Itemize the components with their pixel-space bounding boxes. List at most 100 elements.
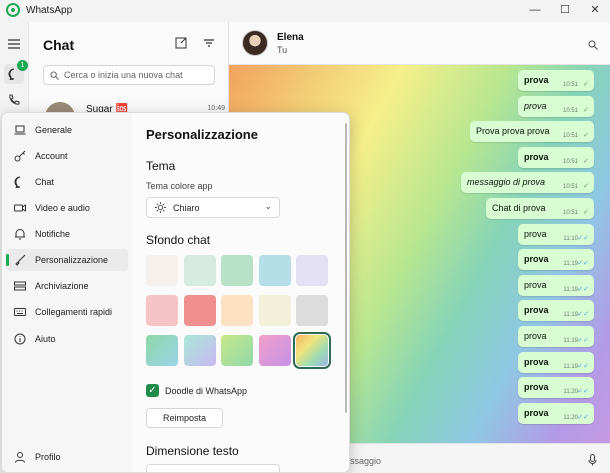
doodle-checkbox[interactable]: ✓ [146, 384, 159, 397]
hamburger-icon [8, 39, 20, 49]
background-swatch[interactable] [258, 295, 291, 326]
settings-nav-item[interactable]: Video e audio [6, 197, 128, 219]
background-swatch[interactable] [183, 295, 216, 326]
voice-record-button[interactable] [588, 453, 597, 471]
message-time: 11:19 [563, 338, 578, 344]
settings-nav-item[interactable]: Collegamenti rapidi [6, 301, 128, 323]
chat-icon [14, 176, 21, 188]
background-swatch[interactable] [221, 335, 253, 366]
reset-button[interactable]: Reimposta [146, 408, 223, 428]
message-bubble[interactable]: prova 10:51 ✓ [518, 95, 594, 117]
message-text: prova [524, 254, 549, 265]
phone-icon [9, 94, 20, 105]
minimize-button[interactable]: — [520, 0, 550, 22]
background-swatch[interactable] [221, 255, 253, 286]
settings-nav-item[interactable]: Personalizzazione [6, 249, 128, 271]
search-box[interactable]: Cerca o inizia una nuova chat [43, 65, 215, 85]
message-bubble[interactable]: prova 10:51 ✓ [518, 70, 594, 91]
message-text: prova [524, 407, 549, 418]
settings-nav-item[interactable]: Generale [6, 119, 128, 141]
background-swatch[interactable] [183, 335, 216, 366]
filter-button[interactable] [203, 36, 217, 50]
search-input[interactable]: Cerca o inizia una nuova chat [64, 70, 183, 80]
message-bubble[interactable]: prova 11:19 ✓✓ [518, 300, 594, 322]
background-swatch[interactable] [258, 335, 291, 366]
close-button[interactable]: ✕ [580, 0, 610, 22]
microphone-icon [588, 454, 597, 466]
chevron-down-icon: ⌄ [264, 201, 272, 211]
settings-nav-item[interactable]: Chat [6, 171, 128, 193]
settings-nav-label: Video e audio [35, 203, 90, 213]
message-time: 10:51 [562, 107, 578, 114]
message-bubble[interactable]: prova 11:10 ✓✓ [518, 223, 594, 245]
message-bubble[interactable]: prova 11:20 ✓✓ [518, 402, 594, 424]
app-title: WhatsApp [26, 5, 73, 16]
sent-check-icon: ✓ [583, 183, 589, 191]
settings-nav-label: Generale [35, 125, 73, 135]
message-time: 11:19 [563, 363, 578, 370]
chat-header[interactable]: Elena Tu [229, 22, 610, 65]
background-swatch[interactable] [146, 255, 178, 286]
background-swatch[interactable] [146, 295, 178, 326]
settings-nav-label: Aiuto [35, 334, 56, 344]
avatar[interactable] [242, 30, 268, 56]
message-time: 11:20 [563, 389, 578, 396]
text-size-dropdown[interactable] [146, 464, 280, 472]
chat-search-button[interactable] [588, 37, 598, 55]
chat-list-title: Chat [43, 37, 75, 53]
background-swatch[interactable] [221, 295, 253, 326]
message-bubble[interactable]: messaggio di prova 10:51 ✓ [461, 172, 594, 194]
message-bubble[interactable]: prova 10:51 ✓ [518, 146, 594, 168]
settings-nav-item[interactable]: Archiviazione [6, 275, 128, 297]
key-icon [14, 150, 26, 162]
settings-nav-item[interactable]: Aiuto [6, 328, 128, 350]
keyboard-icon [14, 308, 26, 316]
menu-button[interactable] [4, 34, 24, 54]
rail-chats-button[interactable]: 1 [4, 60, 28, 84]
bell-icon [15, 229, 25, 240]
settings-nav-item[interactable]: Account [6, 145, 128, 167]
settings-nav-profile[interactable]: Profilo [6, 446, 128, 468]
text-size-heading: Dimensione testo [146, 444, 239, 458]
message-text: prova [524, 151, 549, 162]
read-receipt-icon: ✓✓ [577, 260, 589, 268]
maximize-button[interactable]: ☐ [550, 0, 580, 22]
settings-nav-label: Profilo [35, 452, 61, 462]
message-time: 10:51 [562, 158, 578, 165]
rail-calls-button[interactable] [4, 90, 24, 110]
theme-dropdown[interactable]: Chiaro ⌄ [146, 197, 280, 218]
background-swatch[interactable] [258, 255, 291, 286]
message-time: 10:51 [562, 82, 578, 88]
background-heading: Sfondo chat [146, 233, 211, 247]
message-bubble[interactable]: prova 11:19 ✓✓ [518, 326, 594, 347]
unread-badge: 1 [17, 60, 28, 71]
read-receipt-icon: ✓✓ [577, 285, 589, 293]
background-swatch[interactable] [183, 255, 216, 286]
message-bubble[interactable]: Chat di prova 10:51 ✓ [486, 198, 594, 219]
background-swatch[interactable] [296, 255, 328, 286]
message-text: prova [524, 228, 547, 239]
new-chat-button[interactable] [175, 36, 189, 50]
message-text: prova [524, 356, 549, 367]
message-bubble[interactable]: prova 11:19 ✓✓ [518, 249, 594, 271]
message-bubble[interactable]: prova 11:19 ✓✓ [518, 351, 594, 373]
message-text: messaggio di prova [467, 177, 546, 188]
sent-check-icon: ✓ [583, 209, 589, 216]
message-time: 11:19 [563, 312, 578, 319]
settings-nav: Profilo Generale Account Chat Video e audio… [2, 113, 132, 472]
settings-pane-title: Personalizzazione [146, 127, 258, 142]
settings-scrollbar[interactable] [345, 123, 347, 413]
settings-nav-label: Notifiche [35, 229, 71, 239]
settings-dialog: Profilo Generale Account Chat Video e audio… [1, 112, 350, 473]
message-bubble[interactable]: prova 11:19 ✓✓ [518, 274, 594, 296]
chat-contact-subtitle: Tu [277, 45, 288, 55]
background-swatch[interactable] [293, 332, 331, 369]
background-swatch[interactable] [296, 295, 328, 326]
background-swatch[interactable] [146, 335, 178, 366]
sent-check-icon: ✓ [583, 81, 589, 88]
message-input[interactable]: ssaggio [350, 456, 381, 466]
message-bubble[interactable]: prova 11:20 ✓✓ [518, 377, 594, 399]
message-bubble[interactable]: Prova prova prova 10:51 ✓ [470, 121, 594, 143]
settings-nav-item[interactable]: Notifiche [6, 223, 128, 245]
sun-icon [155, 202, 166, 213]
